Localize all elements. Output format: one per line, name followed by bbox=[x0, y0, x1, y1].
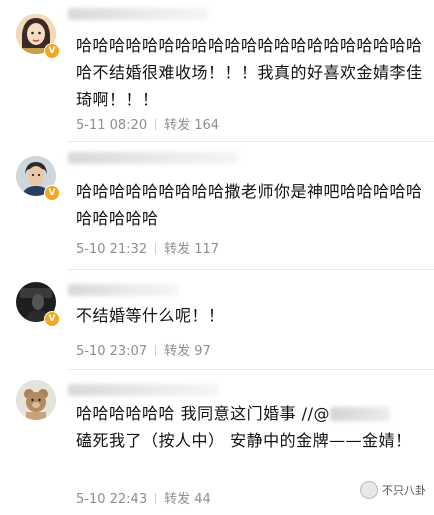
username-redacted bbox=[68, 152, 238, 164]
comment-text: 哈哈哈哈哈哈 我同意这门婚事 //@ 磕死我了（按人中） 安静中的金牌——金婧！ bbox=[76, 404, 412, 450]
avatar[interactable] bbox=[16, 380, 56, 420]
comment-text: 不结婚等什么呢！！ bbox=[76, 306, 225, 325]
watermark: 不只八卦 bbox=[360, 481, 426, 499]
comment-meta: 5-10 23:07 转发 97 bbox=[76, 340, 211, 359]
timestamp: 5-11 08:20 bbox=[76, 118, 148, 133]
comment-item: V 哈哈哈哈哈哈哈哈哈撒老师你是神吧哈哈哈哈哈哈哈哈哈哈 5-10 21:32 转… bbox=[0, 142, 434, 270]
repost-link[interactable]: 转发 164 bbox=[164, 118, 219, 133]
comment-item: V 哈哈哈哈哈哈哈哈哈哈哈哈哈哈哈哈哈哈哈哈哈哈不结婚很难收场！！！我真的好喜欢… bbox=[0, 0, 434, 142]
timestamp: 5-10 22:43 bbox=[76, 492, 148, 507]
wechat-logo-icon bbox=[360, 481, 378, 499]
comment-meta: 5-10 21:32 转发 117 bbox=[76, 238, 219, 257]
repost-link[interactable]: 转发 44 bbox=[164, 492, 211, 507]
repost-link[interactable]: 转发 97 bbox=[164, 344, 211, 359]
username-redacted bbox=[68, 8, 208, 20]
verified-icon: V bbox=[44, 185, 60, 201]
comment-text: 哈哈哈哈哈哈哈哈哈哈哈哈哈哈哈哈哈哈哈哈哈哈不结婚很难收场！！！我真的好喜欢金婧… bbox=[76, 36, 423, 109]
username-redacted bbox=[68, 284, 178, 296]
comment-item: V 不结婚等什么呢！！ 5-10 23:07 转发 97 bbox=[0, 270, 434, 370]
timestamp: 5-10 21:32 bbox=[76, 242, 148, 257]
username-redacted bbox=[68, 384, 218, 396]
comment-text: 哈哈哈哈哈哈哈哈哈撒老师你是神吧哈哈哈哈哈哈哈哈哈哈 bbox=[76, 182, 423, 228]
comment-meta: 5-11 08:20 转发 164 bbox=[76, 114, 219, 133]
repost-link[interactable]: 转发 117 bbox=[164, 242, 219, 257]
verified-icon: V bbox=[44, 311, 60, 327]
timestamp: 5-10 23:07 bbox=[76, 344, 148, 359]
mention-redacted[interactable] bbox=[329, 407, 390, 421]
verified-icon: V bbox=[44, 43, 60, 59]
comment-meta: 5-10 22:43 转发 44 bbox=[76, 488, 211, 507]
